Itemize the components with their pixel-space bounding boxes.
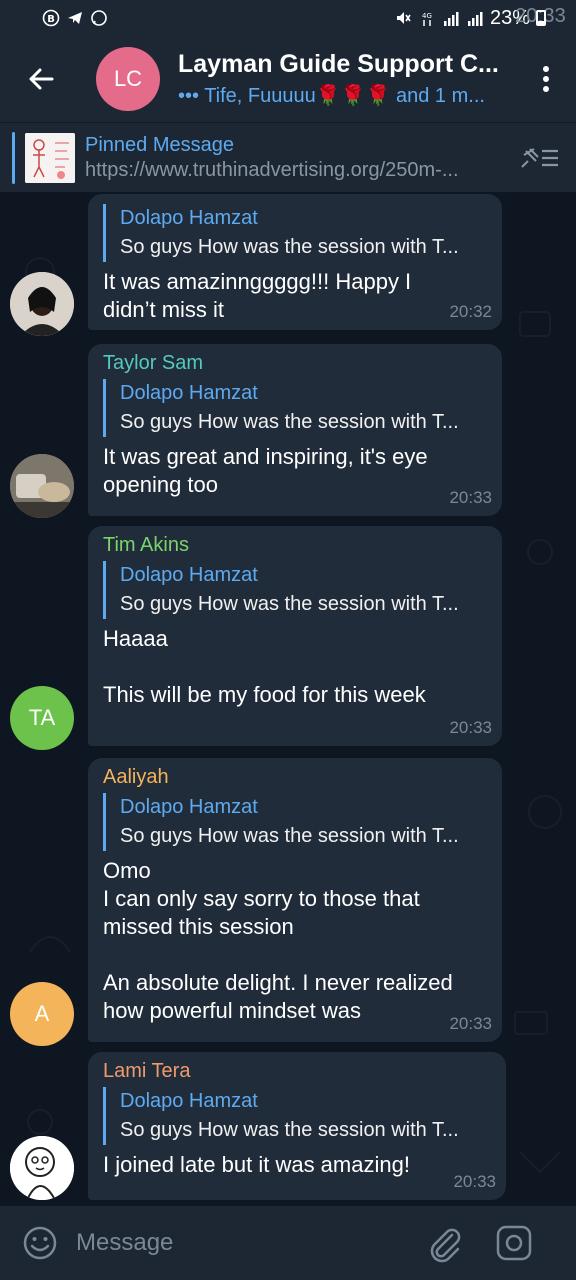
attach-button[interactable] xyxy=(424,1223,464,1263)
reply-snippet: So guys How was the session with T... xyxy=(120,593,459,615)
reply-author: Dolapo Hamzat xyxy=(120,564,258,586)
camera-button[interactable] xyxy=(494,1223,534,1263)
more-options-button[interactable] xyxy=(516,36,576,122)
message-time: 20:33 xyxy=(449,1014,492,1033)
pinned-title: Pinned Message xyxy=(85,133,234,156)
message-bubble[interactable]: Aaliyah Dolapo Hamzat So guys How was th… xyxy=(88,758,502,1042)
pinned-thumbnail xyxy=(25,132,75,183)
smiley-icon xyxy=(23,1226,57,1260)
camera-icon xyxy=(496,1225,532,1261)
pinned-indicator xyxy=(12,131,15,184)
sender-name[interactable]: Aaliyah xyxy=(103,766,488,789)
message-text: It was great and inspiring, it's eye ope… xyxy=(103,444,428,497)
user-avatar-photo[interactable] xyxy=(10,454,74,518)
signal-icon-1 xyxy=(442,9,460,27)
message-bubble[interactable]: Tim Akins Dolapo Hamzat So guys How was … xyxy=(88,526,502,746)
back-button[interactable] xyxy=(0,36,82,122)
battery-icon xyxy=(536,10,546,26)
message-bubble[interactable]: Dolapo Hamzat So guys How was the sessio… xyxy=(88,194,502,330)
sender-name[interactable]: Taylor Sam xyxy=(103,352,488,375)
reply-quote[interactable]: Dolapo Hamzat So guys How was the sessio… xyxy=(103,793,488,851)
reply-snippet: So guys How was the session with T... xyxy=(120,825,459,847)
notification-icons: B xyxy=(42,9,108,27)
status-bar: 20:33 B 4G 23% xyxy=(0,0,576,36)
cartoon-avatar-icon xyxy=(10,1136,74,1200)
reply-snippet: So guys How was the session with T... xyxy=(120,1119,459,1141)
message-item: Lami Tera Dolapo Hamzat So guys How was … xyxy=(0,1052,576,1202)
sender-name[interactable]: Tim Akins xyxy=(103,534,488,557)
reply-quote[interactable]: Dolapo Hamzat So guys How was the sessio… xyxy=(103,561,488,619)
message-text: It was amazinnggggg!!! Happy I didn’t mi… xyxy=(103,269,412,322)
group-avatar[interactable]: LC xyxy=(96,47,160,111)
user-avatar[interactable]: A xyxy=(10,982,74,1046)
pinned-url: https://www.truthinadvertising.org/250m-… xyxy=(85,158,459,181)
user-avatar[interactable]: TA xyxy=(10,686,74,750)
reply-author: Dolapo Hamzat xyxy=(120,1090,258,1112)
reply-quote[interactable]: Dolapo Hamzat So guys How was the sessio… xyxy=(103,379,488,437)
message-time: 20:33 xyxy=(449,718,492,737)
message-item: Taylor Sam Dolapo Hamzat So guys How was… xyxy=(0,344,576,518)
mute-icon xyxy=(394,9,412,27)
message-time: 20:32 xyxy=(449,302,492,321)
chat-messages[interactable]: Dolapo Hamzat So guys How was the sessio… xyxy=(0,192,576,1206)
b-notification-icon: B xyxy=(42,9,60,27)
reply-author: Dolapo Hamzat xyxy=(120,796,258,818)
pinned-message-bar[interactable]: Pinned Message https://www.truthinadvert… xyxy=(0,122,576,192)
pin-list-icon xyxy=(521,148,558,168)
message-item: TA Tim Akins Dolapo Hamzat So guys How w… xyxy=(0,526,576,750)
telegram-notification-icon xyxy=(66,9,84,27)
paperclip-icon xyxy=(430,1228,461,1263)
message-bubble[interactable]: Taylor Sam Dolapo Hamzat So guys How was… xyxy=(88,344,502,516)
emoji-button[interactable] xyxy=(20,1223,60,1263)
message-composer xyxy=(0,1206,576,1280)
message-time: 20:33 xyxy=(453,1172,496,1191)
user-photo-icon xyxy=(10,272,74,336)
pinned-text: Pinned Message https://www.truthinadvert… xyxy=(85,134,505,182)
4g-icon: 4G xyxy=(418,9,436,27)
reply-author: Dolapo Hamzat xyxy=(120,207,258,229)
user-avatar-photo[interactable] xyxy=(10,272,74,336)
chat-header: LC Layman Guide Support C... ••• Tife, F… xyxy=(0,36,576,122)
typing-status: ••• Tife, Fuuuuu🌹🌹🌹 and 1 m... xyxy=(178,85,485,107)
whatsapp-notification-icon xyxy=(90,9,108,27)
message-item: Dolapo Hamzat So guys How was the sessio… xyxy=(0,192,576,336)
sender-name[interactable]: Lami Tera xyxy=(103,1060,492,1083)
signal-icon-2 xyxy=(466,9,484,27)
user-avatar-photo[interactable] xyxy=(10,1136,74,1200)
reply-author: Dolapo Hamzat xyxy=(120,382,258,404)
message-time: 20:33 xyxy=(449,488,492,507)
reply-snippet: So guys How was the session with T... xyxy=(120,236,459,258)
more-vertical-icon xyxy=(543,66,549,92)
message-text: Haaaa This will be my food for this week xyxy=(103,626,426,707)
message-text: Omo I can only say sorry to those that m… xyxy=(103,858,453,1023)
reply-snippet: So guys How was the session with T... xyxy=(120,411,459,433)
arrow-left-icon xyxy=(29,68,54,90)
chat-title-block[interactable]: Layman Guide Support C... ••• Tife, Fuuu… xyxy=(178,50,508,108)
pinned-list-button[interactable] xyxy=(518,145,560,171)
svg-text:B: B xyxy=(47,14,55,25)
user-photo-icon xyxy=(10,454,74,518)
message-bubble[interactable]: Lami Tera Dolapo Hamzat So guys How was … xyxy=(88,1052,506,1200)
message-item: A Aaliyah Dolapo Hamzat So guys How was … xyxy=(0,758,576,1046)
svg-text:4G: 4G xyxy=(422,12,432,20)
reply-quote[interactable]: Dolapo Hamzat So guys How was the sessio… xyxy=(103,204,488,262)
message-input[interactable] xyxy=(76,1229,416,1257)
chat-title: Layman Guide Support C... xyxy=(178,50,499,78)
reply-quote[interactable]: Dolapo Hamzat So guys How was the sessio… xyxy=(103,1087,492,1145)
message-text: I joined late but it was amazing! xyxy=(103,1152,410,1177)
